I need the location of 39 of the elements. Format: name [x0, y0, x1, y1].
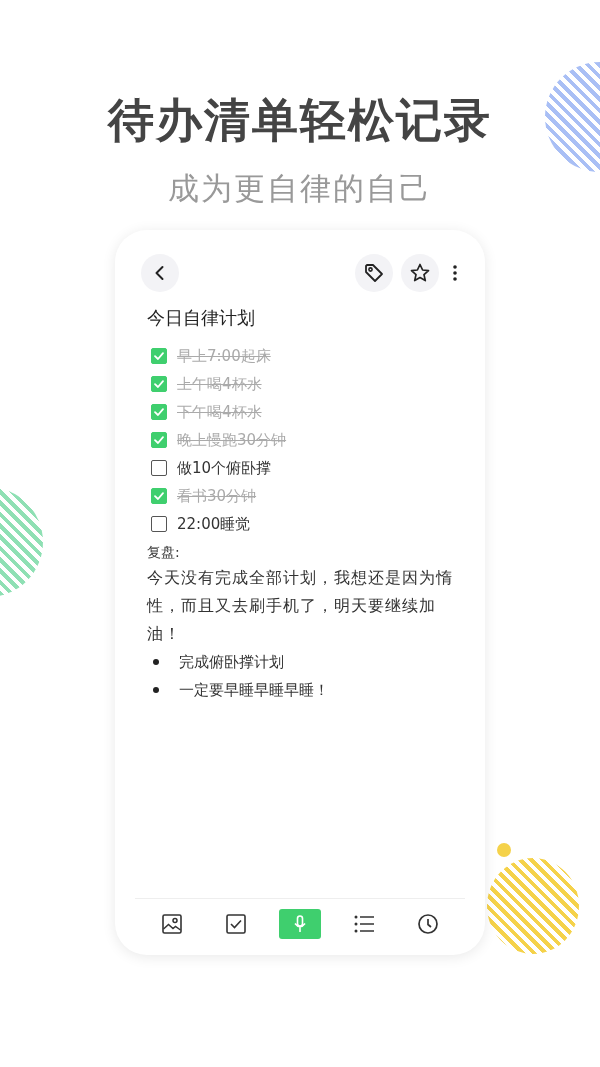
checkbox[interactable]	[151, 404, 167, 420]
checkbox[interactable]	[151, 348, 167, 364]
star-button[interactable]	[401, 254, 439, 292]
headline: 待办清单轻松记录	[108, 92, 492, 148]
tag-icon	[363, 262, 385, 284]
checkbox[interactable]	[151, 376, 167, 392]
checkbox[interactable]	[151, 488, 167, 504]
task-text: 做10个俯卧撑	[177, 458, 272, 478]
task-text: 早上7:00起床	[177, 346, 271, 366]
checkbox[interactable]	[151, 432, 167, 448]
list-icon	[353, 913, 375, 935]
task-text: 上午喝4杯水	[177, 374, 262, 394]
dot	[497, 843, 511, 857]
check-icon	[153, 378, 165, 390]
tag-button[interactable]	[355, 254, 393, 292]
check-icon	[153, 350, 165, 362]
checkbox-icon	[225, 913, 247, 935]
task-text: 晚上慢跑30分钟	[177, 430, 287, 450]
more-icon	[453, 265, 457, 281]
check-icon	[153, 406, 165, 418]
check-icon	[153, 434, 165, 446]
checkbox[interactable]	[151, 516, 167, 532]
subtitle: 成为更自律的自己	[168, 169, 432, 208]
clock-icon	[417, 913, 439, 935]
star-icon	[409, 262, 431, 284]
check-icon	[153, 490, 165, 502]
section-label: 复盘:	[147, 543, 181, 562]
bullet-icon	[153, 687, 159, 693]
checkbox[interactable]	[151, 460, 167, 476]
note-paragraph: 今天没有完成全部计划，我想还是因为惰性，而且又去刷手机了，明天要继续加油！	[147, 567, 454, 645]
image-icon	[161, 913, 183, 935]
note-title: 今日自律计划	[147, 306, 256, 330]
task-text: 下午喝4杯水	[177, 402, 262, 422]
task-text: 22:00睡觉	[177, 514, 251, 534]
task-text: 看书30分钟	[177, 486, 257, 506]
bullet-text: 一定要早睡早睡早睡！	[179, 680, 329, 700]
bullet-text: 完成俯卧撑计划	[179, 652, 284, 672]
bullet-icon	[153, 659, 159, 665]
back-button[interactable]	[141, 254, 179, 292]
